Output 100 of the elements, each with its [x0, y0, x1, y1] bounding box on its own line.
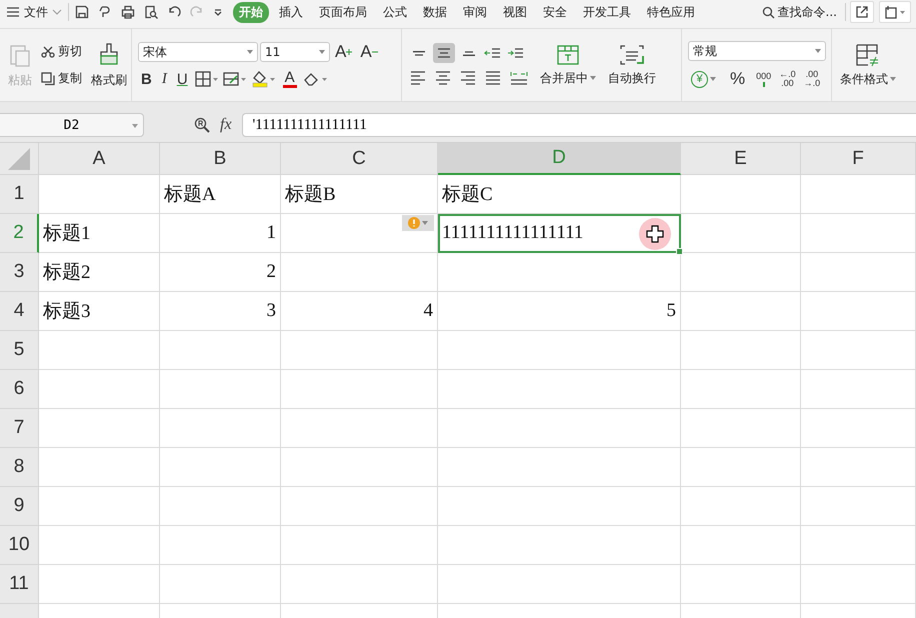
wrap-text-button[interactable]: 自动换行	[606, 42, 658, 88]
cell-text: 5	[666, 300, 676, 322]
fill-handle[interactable]	[676, 248, 683, 255]
ribbon-tab[interactable]: 特色应用	[641, 2, 701, 22]
row-header[interactable]: 9	[0, 487, 39, 526]
merge-cells-icon	[556, 44, 580, 66]
print-preview-icon[interactable]	[144, 5, 158, 19]
increase-decimal-button[interactable]: ←.0 .00	[779, 70, 796, 88]
cell-text: 标题2	[43, 261, 90, 285]
ribbon-tab[interactable]: 公式	[377, 2, 413, 22]
align-top-icon	[413, 50, 425, 56]
thousands-button[interactable]: 000	[756, 72, 772, 86]
copy-icon	[41, 72, 55, 86]
shrink-font-button[interactable]: A	[357, 42, 381, 62]
share-icon[interactable]	[855, 5, 869, 19]
name-box[interactable]: D2	[0, 113, 144, 137]
wrap-text-icon	[619, 44, 645, 66]
corner-triangle-icon	[8, 148, 30, 170]
row-header[interactable]: 10	[0, 526, 39, 565]
function-button[interactable]: fx	[220, 116, 232, 134]
font-name-field[interactable]: 宋体	[138, 42, 258, 62]
ribbon-tab[interactable]: 审阅	[457, 2, 493, 22]
grow-font-button[interactable]: A	[332, 42, 356, 62]
file-menu[interactable]: 文件	[24, 4, 48, 20]
menu-icon[interactable]	[6, 6, 20, 18]
cell-text: 标题1	[43, 222, 90, 246]
caret-icon	[132, 124, 138, 128]
row-header[interactable]: 11	[0, 565, 39, 604]
brush-icon	[98, 42, 120, 68]
ribbon-tab[interactable]: 页面布局	[313, 2, 373, 22]
column-header[interactable]: E	[681, 143, 801, 175]
save-icon[interactable]	[75, 5, 89, 19]
caret-icon	[319, 50, 325, 54]
font-color-button[interactable]: A	[280, 70, 299, 88]
row-header[interactable]: 8	[0, 448, 39, 487]
ribbon-tab[interactable]: 插入	[273, 2, 309, 22]
caret-icon	[890, 77, 896, 81]
row-header[interactable]: 6	[0, 370, 39, 409]
italic-button[interactable]: I	[158, 70, 170, 88]
cell-text: 2	[266, 261, 276, 283]
print-icon[interactable]	[121, 5, 135, 19]
cut-button[interactable]: 剪切	[40, 42, 83, 61]
column-header[interactable]: F	[801, 143, 916, 175]
conditional-format-button[interactable]: 条件格式	[838, 40, 898, 90]
ribbon-tab[interactable]: 安全	[537, 2, 573, 22]
fill-color-icon[interactable]	[250, 70, 277, 88]
column-header[interactable]: C	[281, 143, 438, 175]
copy-button[interactable]: 复制	[40, 69, 83, 88]
align-middle-button[interactable]	[433, 43, 455, 63]
cursor-icon	[638, 217, 672, 251]
cell-text: 4	[424, 300, 433, 322]
align-middle-icon	[438, 48, 450, 58]
cell-text: 3	[266, 300, 276, 322]
active-cell[interactable]: 1111111111111111	[438, 214, 681, 253]
format-painter-button[interactable]: 格式刷	[89, 40, 129, 90]
caret-icon	[815, 49, 821, 53]
cell-text: 标题3	[43, 300, 90, 324]
caret-icon	[590, 76, 596, 80]
zoom-icon[interactable]	[194, 117, 210, 133]
share-button[interactable]	[850, 1, 874, 23]
search-icon[interactable]	[762, 6, 775, 18]
font-size-field[interactable]: 11	[260, 42, 330, 62]
underline-button[interactable]: U	[174, 70, 191, 88]
caret-icon	[710, 77, 716, 81]
cell-text: 1	[266, 222, 276, 244]
more-button[interactable]	[879, 1, 911, 23]
minus-icon	[372, 49, 378, 55]
percent-button[interactable]: %	[727, 69, 748, 89]
borders-icon[interactable]	[194, 71, 219, 87]
document-dropdown-icon[interactable]	[884, 5, 906, 19]
caret-icon	[422, 221, 428, 225]
ribbon-tab[interactable]: 开发工具	[577, 2, 637, 22]
ribbon-tab[interactable]: 视图	[497, 2, 533, 22]
decrease-decimal-button[interactable]: .00 →.0	[804, 70, 820, 88]
column-header[interactable]: A	[39, 143, 160, 175]
formula-field[interactable]: '1111111111111111	[242, 113, 916, 137]
dropdown-icon[interactable]	[213, 7, 223, 17]
row-header[interactable]: 7	[0, 409, 39, 448]
cell-text: 标题B	[285, 183, 336, 207]
warning-icon	[408, 217, 420, 229]
fill-pattern-icon[interactable]	[222, 71, 247, 87]
row-header[interactable]: 3	[0, 253, 39, 292]
row-header[interactable]: 4	[0, 292, 39, 331]
number-format-field[interactable]: 常规	[688, 41, 826, 61]
ribbon-tab[interactable]: 数据	[417, 2, 453, 22]
row-header[interactable]: 5	[0, 331, 39, 370]
undo-icon[interactable]	[167, 5, 181, 19]
scissors-icon	[41, 46, 55, 58]
conditional-format-icon	[855, 42, 881, 66]
eraser-icon[interactable]	[302, 71, 329, 87]
chevron-down-icon[interactable]	[52, 8, 62, 16]
row-header[interactable]: 2	[0, 214, 39, 253]
row-header[interactable]: 1	[0, 175, 39, 214]
merge-center-button[interactable]: 合并居中	[538, 42, 598, 88]
command-search[interactable]: 查找命令...	[762, 4, 837, 20]
plus-icon	[346, 49, 352, 55]
bold-button[interactable]: B	[138, 70, 155, 88]
column-header[interactable]: B	[160, 143, 281, 175]
caret-icon	[247, 50, 253, 54]
distributed-icon[interactable]	[508, 69, 530, 87]
